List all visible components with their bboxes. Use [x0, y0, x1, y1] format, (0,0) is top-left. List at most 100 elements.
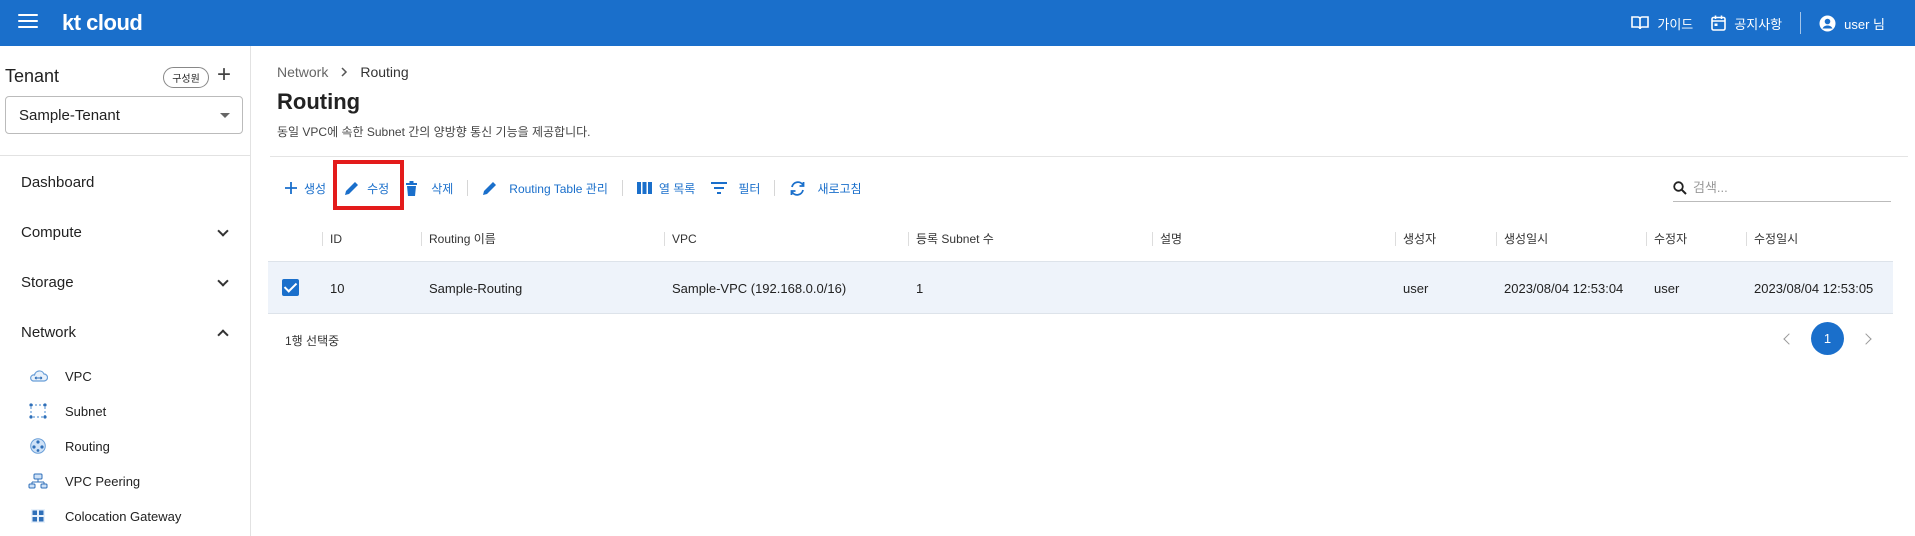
user-label: user 님 — [1844, 16, 1885, 32]
filter-button[interactable]: 필터 — [705, 180, 766, 197]
nav-dashboard-label: Dashboard — [21, 174, 95, 191]
column-header-modifier[interactable]: 수정자 — [1645, 216, 1687, 261]
highlight-box — [333, 160, 404, 210]
pencil-icon — [483, 182, 497, 195]
create-button[interactable]: 생성 — [279, 180, 332, 197]
sidebar: Tenant 구성원 + Sample-Tenant Dashboard Com… — [0, 46, 251, 536]
nav-compute[interactable]: Compute — [21, 224, 231, 241]
colocation-gateway-icon — [31, 509, 45, 523]
delete-label: 삭제 — [431, 181, 454, 196]
breadcrumb-network[interactable]: Network — [277, 64, 328, 80]
notice-label: 공지사항 — [1734, 16, 1783, 32]
column-header-subnet-count[interactable]: 등록 Subnet 수 — [908, 216, 994, 261]
refresh-label: 새로고침 — [817, 181, 862, 196]
search-box[interactable] — [1673, 174, 1891, 202]
chevron-down-icon — [217, 274, 229, 287]
toolbar-divider — [467, 180, 469, 196]
nav-storage-label: Storage — [21, 274, 74, 291]
delete-button[interactable]: 삭제 — [399, 180, 459, 197]
sidebar-item-label: Subnet — [65, 403, 107, 419]
user-menu[interactable]: user 님 — [1819, 14, 1885, 33]
tenant-select-value: Sample-Tenant — [19, 107, 120, 124]
row-checkbox[interactable] — [282, 279, 299, 296]
cell-modifier: user — [1654, 281, 1680, 296]
view-column-icon — [636, 182, 652, 194]
nav-storage[interactable]: Storage — [21, 274, 231, 291]
account-icon — [1819, 15, 1836, 31]
column-header-description[interactable]: 설명 — [1151, 216, 1182, 261]
sidebar-item-label: Colocation Gateway — [65, 508, 182, 524]
column-header-routing-name[interactable]: Routing 이름 — [421, 216, 496, 261]
sidebar-item-subnet[interactable]: Subnet — [28, 403, 106, 419]
cell-modified-at: 2023/08/04 12:53:05 — [1754, 281, 1874, 296]
cell-routing-name: Sample-Routing — [429, 281, 523, 296]
book-icon — [1631, 16, 1650, 30]
breadcrumb-routing: Routing — [360, 64, 409, 80]
toolbar-divider — [774, 180, 776, 196]
vpc-icon — [30, 370, 48, 382]
selection-count: 1행 선택중 — [285, 334, 340, 348]
sidebar-item-vpc[interactable]: VPC — [28, 368, 92, 384]
add-tenant-icon[interactable]: + — [217, 62, 231, 88]
cell-creator: user — [1403, 281, 1429, 296]
plus-icon — [285, 182, 297, 194]
sidebar-item-routing[interactable]: Routing — [28, 438, 110, 454]
notice-link[interactable]: 공지사항 — [1711, 14, 1782, 33]
trash-icon — [406, 180, 418, 196]
create-label: 생성 — [304, 181, 327, 196]
chevron-right-icon[interactable] — [1860, 332, 1872, 345]
refresh-button[interactable]: 새로고침 — [783, 180, 867, 197]
routing-table-button[interactable]: Routing Table 관리 — [476, 180, 614, 197]
nav-network[interactable]: Network — [21, 324, 231, 341]
routing-icon — [30, 438, 46, 454]
calendar-icon — [1711, 15, 1727, 31]
top-bar: kt cloud 가이드 공지사항 user 님 — [0, 0, 1915, 46]
header-divider — [1800, 12, 1802, 34]
cell-created-at: 2023/08/04 12:53:04 — [1504, 281, 1624, 296]
nav-dashboard[interactable]: Dashboard — [21, 174, 231, 191]
kt-cloud-logo[interactable]: kt cloud — [62, 10, 143, 36]
filter-label: 필터 — [738, 181, 761, 196]
caret-down-icon — [220, 113, 230, 118]
routing-table-label: Routing Table 관리 — [509, 181, 608, 196]
chevron-up-icon — [217, 328, 229, 341]
sidebar-item-label: VPC — [65, 368, 92, 384]
cell-subnet-count: 1 — [916, 281, 924, 296]
top-right-menu: 가이드 공지사항 user 님 — [1631, 0, 1885, 46]
pagination: 1 — [1783, 322, 1872, 355]
member-button[interactable]: 구성원 — [163, 67, 209, 88]
refresh-icon — [791, 180, 805, 196]
nav-compute-label: Compute — [21, 224, 82, 241]
sidebar-divider — [0, 155, 251, 156]
sidebar-item-vpc-peering[interactable]: VPC Peering — [28, 473, 140, 489]
sidebar-item-label: Routing — [65, 438, 110, 454]
sidebar-item-colocation-gateway[interactable]: Colocation Gateway — [28, 508, 181, 524]
page-button[interactable]: 1 — [1811, 322, 1844, 355]
chevron-left-icon[interactable] — [1783, 332, 1795, 345]
chevron-right-icon — [341, 67, 348, 77]
breadcrumb: Network Routing — [277, 64, 409, 80]
guide-label: 가이드 — [1657, 16, 1694, 32]
column-header-creator[interactable]: 생성자 — [1394, 216, 1436, 261]
page-description: 동일 VPC에 속한 Subnet 간의 양방향 통신 기능을 제공합니다. — [277, 125, 591, 139]
table-row[interactable]: 10 Sample-Routing Sample-VPC (192.168.0.… — [268, 261, 1893, 314]
search-input[interactable] — [1693, 180, 1883, 195]
subnet-icon — [29, 403, 47, 419]
filter-icon — [711, 182, 728, 194]
column-header-modified-at[interactable]: 수정일시 — [1745, 216, 1798, 261]
columns-button[interactable]: 열 목록 — [631, 180, 701, 197]
column-header-vpc[interactable]: VPC — [664, 216, 697, 261]
routing-table: ID Routing 이름 VPC 등록 Subnet 수 설명 생성자 생성일… — [268, 216, 1893, 314]
tenant-title: Tenant — [5, 66, 60, 86]
tenant-select[interactable]: Sample-Tenant — [5, 96, 243, 134]
column-header-created-at[interactable]: 생성일시 — [1495, 216, 1548, 261]
guide-link[interactable]: 가이드 — [1631, 14, 1693, 33]
columns-label: 열 목록 — [658, 181, 696, 196]
table-header: ID Routing 이름 VPC 등록 Subnet 수 설명 생성자 생성일… — [268, 216, 1893, 261]
content-divider — [270, 156, 1908, 157]
sidebar-item-label: VPC Peering — [65, 473, 141, 489]
vpc-peering-icon — [28, 473, 48, 489]
column-header-id[interactable]: ID — [322, 216, 342, 261]
hamburger-menu-icon[interactable] — [18, 14, 38, 30]
toolbar-divider — [621, 180, 623, 196]
